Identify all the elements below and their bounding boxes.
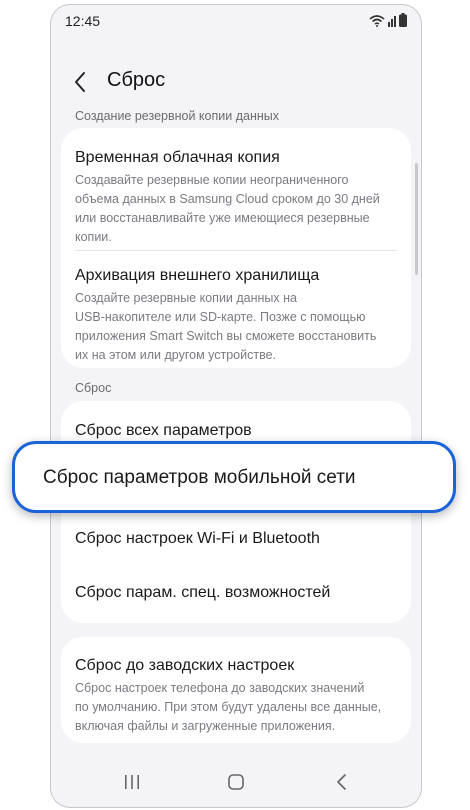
- header: Сброс: [51, 63, 421, 103]
- section-label-reset: Сброс: [75, 381, 112, 395]
- status-bar: 12:45: [51, 5, 421, 35]
- wifi-icon: [369, 14, 385, 27]
- list-item-cloud-backup[interactable]: Временная облачная копия Создавайте резе…: [75, 148, 397, 247]
- back-button[interactable]: [69, 67, 93, 97]
- recents-button[interactable]: [123, 773, 141, 796]
- item-title: Сброс всех параметров: [75, 422, 252, 439]
- item-title: Сброс до заводских настроек: [75, 657, 295, 674]
- status-time: 12:45: [65, 13, 101, 29]
- navigation-bar: [51, 765, 421, 805]
- factory-card: Сброс до заводских настроек Сброс настро…: [61, 637, 411, 743]
- list-item-reset-accessibility[interactable]: Сброс парам. спец. возможностей: [75, 583, 397, 603]
- scrollbar[interactable]: [415, 163, 418, 275]
- divider: [75, 250, 397, 251]
- nav-back-icon: [337, 774, 346, 790]
- item-title: Сброс настроек Wi-Fi и Bluetooth: [75, 530, 320, 547]
- chevron-left-icon: [75, 72, 85, 92]
- status-icons: [369, 13, 407, 27]
- home-icon: [228, 774, 244, 790]
- section-label-backup: Создание резервной копии данных: [75, 109, 279, 123]
- page-title: Сброс: [107, 69, 166, 91]
- phone-frame: 12:45 Сброс Создание резервной копии дан…: [50, 4, 422, 808]
- item-title: Архивация внешнего хранилища: [75, 267, 320, 284]
- nav-back-button[interactable]: [333, 773, 351, 796]
- recents-icon: [125, 775, 139, 789]
- list-item-factory-reset[interactable]: Сброс до заводских настроек Сброс настро…: [75, 656, 397, 736]
- item-description: Создайте резервные копии данных на USB-н…: [75, 291, 377, 362]
- list-item-external-backup[interactable]: Архивация внешнего хранилища Создайте ре…: [75, 266, 397, 365]
- item-description: Сброс настроек телефона до заводских зна…: [75, 681, 382, 733]
- list-item-reset-wifi[interactable]: Сброс настроек Wi-Fi и Bluetooth: [75, 529, 397, 549]
- backup-card: Временная облачная копия Создавайте резе…: [61, 128, 411, 368]
- signal-icon: [388, 15, 396, 27]
- list-item-reset-all[interactable]: Сброс всех параметров: [75, 421, 397, 441]
- item-title: Сброс парам. спец. возможностей: [75, 584, 331, 601]
- item-title: Сброс параметров мобильной сети: [43, 467, 356, 488]
- list-item-reset-network-highlighted[interactable]: Сброс параметров мобильной сети: [12, 441, 456, 513]
- battery-icon: [399, 13, 407, 27]
- item-description: Создавайте резервные копии неограниченно…: [75, 173, 380, 244]
- item-title: Временная облачная копия: [75, 149, 280, 166]
- home-button[interactable]: [227, 773, 245, 796]
